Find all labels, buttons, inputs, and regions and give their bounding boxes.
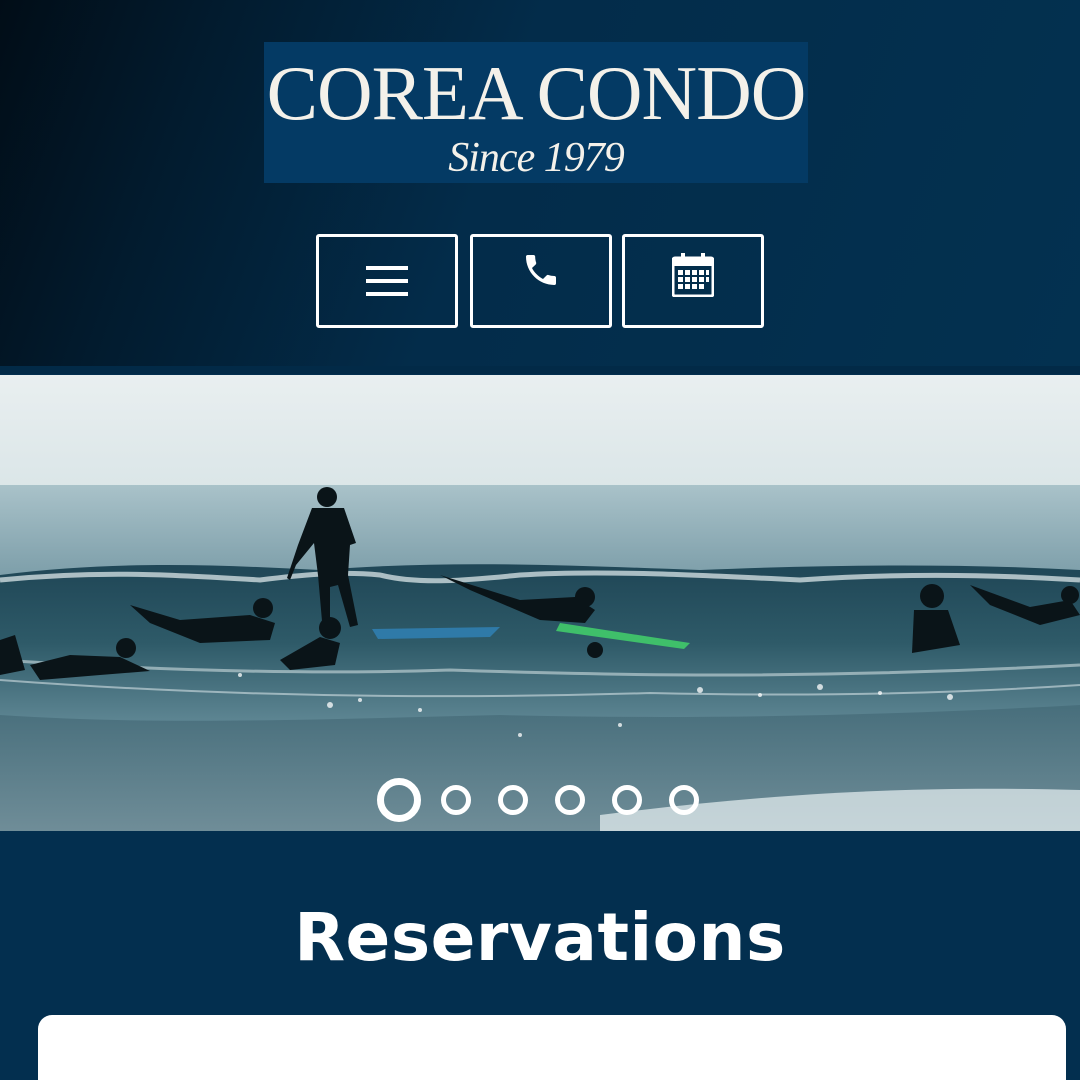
slide-dot-1-active[interactable]: [377, 778, 421, 822]
header-divider: [0, 366, 1080, 374]
hero-slideshow[interactable]: [0, 375, 1080, 831]
slide-dot-2[interactable]: [441, 785, 471, 815]
hamburger-menu-icon: [366, 266, 408, 296]
site-header: COREA CONDO Since 1979: [0, 0, 1080, 372]
slide-dot-5[interactable]: [612, 785, 642, 815]
reservations-heading: Reservations: [294, 899, 786, 976]
slide-dot-6[interactable]: [669, 785, 699, 815]
slide-indicators: [0, 778, 1080, 822]
call-button[interactable]: [470, 234, 612, 328]
slide-dot-3[interactable]: [498, 785, 528, 815]
phone-icon: [526, 255, 556, 285]
calendar-icon: [672, 253, 714, 297]
reservation-form-card: [38, 1015, 1066, 1080]
menu-button[interactable]: [316, 234, 458, 328]
brand-logo[interactable]: COREA CONDO Since 1979: [264, 42, 808, 183]
brand-tagline: Since 1979: [448, 135, 624, 181]
brand-name: COREA CONDO: [266, 50, 807, 136]
surfers-photo: [0, 375, 1080, 831]
slide-dot-4[interactable]: [555, 785, 585, 815]
booking-calendar-button[interactable]: [622, 234, 764, 328]
